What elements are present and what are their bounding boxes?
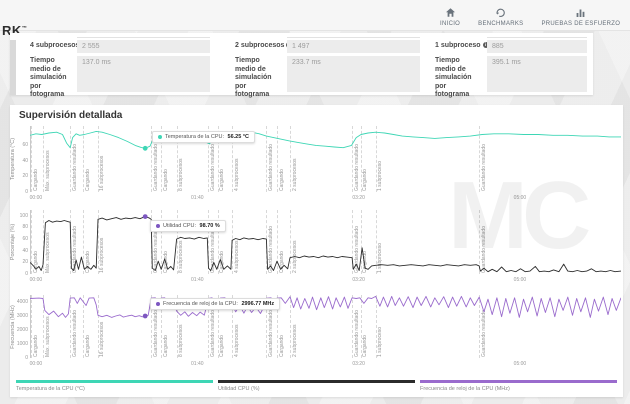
home-icon bbox=[445, 7, 456, 18]
tooltip-text: Utilidad CPU: 98.70 % bbox=[163, 223, 220, 229]
score-value: 885 bbox=[487, 40, 587, 53]
result-column-1-thread: 1 subproceso i 885 Tiempo medio de simula… bbox=[420, 33, 593, 98]
y-tick: 0 bbox=[25, 355, 28, 361]
x-tick: 01:40 bbox=[190, 277, 204, 283]
section-title: Supervisión detallada bbox=[19, 110, 123, 121]
legend-item: Utilidad CPU (%) bbox=[218, 380, 415, 394]
nav-item-inicio[interactable]: INICIO bbox=[440, 7, 460, 27]
tooltip-value: 2996.77 MHz bbox=[241, 301, 275, 307]
stress-test-icon bbox=[575, 7, 586, 18]
x-tick: 03:20 bbox=[352, 195, 365, 201]
trademark-mark: ™ bbox=[21, 25, 28, 32]
x-tick: 03:20 bbox=[352, 277, 365, 283]
nav-label: INICIO bbox=[440, 21, 461, 27]
y-tick: 40 bbox=[22, 247, 28, 254]
benchmarks-icon bbox=[495, 7, 506, 18]
x-tick: 01:40 bbox=[190, 361, 204, 367]
y-tick: 4000 bbox=[16, 299, 28, 305]
score-label: 2 subprocesosi bbox=[235, 42, 293, 51]
legend-color-bar bbox=[420, 380, 617, 383]
tooltip-value: 56.25 °C bbox=[227, 134, 249, 140]
result-column-4-threads: 4 subprocesosi 2 555 Tiempo medio de sim… bbox=[10, 33, 210, 98]
y-tick: 0 bbox=[25, 271, 28, 277]
y-tick: 40 bbox=[22, 157, 28, 164]
x-tick: 00:00 bbox=[29, 277, 43, 283]
cpu-utilization-plot-area[interactable] bbox=[30, 210, 621, 274]
app-window: RK™ INICIO BENCHMARKS PRUEBAS DE ESFUERZ… bbox=[0, 0, 630, 404]
y-tick: 80 bbox=[22, 224, 28, 231]
hover-tooltip: Frecuencia de reloj de la CPU: 2996.77 M… bbox=[150, 298, 281, 310]
result-column-2-threads: 2 subprocesosi 1 497 Tiempo medio de sim… bbox=[215, 33, 420, 98]
nav-label: PRUEBAS DE ESFUERZO bbox=[541, 21, 621, 27]
score-label: 1 subproceso i bbox=[435, 42, 489, 51]
y-tick: 20 bbox=[22, 259, 28, 266]
nav-label: BENCHMARKS bbox=[478, 21, 524, 27]
score-value: 2 555 bbox=[77, 40, 210, 53]
tooltip-series-dot bbox=[156, 302, 160, 306]
nav-item-benchmarks[interactable]: BENCHMARKS bbox=[478, 7, 523, 27]
y-tick: 3000 bbox=[16, 313, 28, 319]
x-tick: 00:00 bbox=[29, 195, 43, 201]
x-tick: 05:00 bbox=[513, 361, 527, 367]
x-tick: 03:20 bbox=[352, 361, 365, 367]
tooltip-value: 98.70 % bbox=[199, 223, 220, 229]
tooltip-series-dot bbox=[156, 224, 160, 228]
time-value: 395.1 ms bbox=[487, 56, 587, 92]
main-nav: INICIO BENCHMARKS PRUEBAS DE ESFUERZO RE… bbox=[440, 7, 630, 27]
y-tick: 60 bbox=[22, 236, 28, 243]
time-value: 137.0 ms bbox=[77, 56, 210, 92]
results-panel: 4 subprocesosi 2 555 Tiempo medio de sim… bbox=[10, 33, 593, 98]
nav-item-pruebas-de-esfuerzo[interactable]: PRUEBAS DE ESFUERZO bbox=[541, 7, 620, 27]
tooltip-text: Frecuencia de reloj de la CPU: 2996.77 M… bbox=[163, 301, 275, 307]
x-tick: 00:00 bbox=[29, 361, 43, 367]
x-tick: 01:40 bbox=[190, 195, 204, 201]
y-tick: 1000 bbox=[16, 341, 28, 347]
legend-item: Temperatura de la CPU (°C) bbox=[16, 380, 213, 394]
legend-color-bar bbox=[16, 380, 213, 383]
cpu-temperature-plot-area[interactable] bbox=[30, 126, 621, 192]
time-label: Tiempo medio de simulación por fotograma bbox=[235, 57, 272, 98]
y-tick: 20 bbox=[22, 173, 28, 180]
y-tick: 100 bbox=[19, 212, 28, 219]
y-tick: 2000 bbox=[16, 327, 28, 333]
time-label: Tiempo medio de simulación por fotograma bbox=[435, 57, 472, 98]
time-value: 233.7 ms bbox=[287, 56, 420, 92]
x-tick: 05:00 bbox=[513, 277, 527, 283]
tooltip-text: Temperatura de la CPU: 56.25 °C bbox=[165, 134, 249, 140]
time-label: Tiempo medio de simulación por fotograma bbox=[30, 57, 67, 98]
cpu-clock-plot-area[interactable] bbox=[30, 295, 621, 358]
y-tick: 60 bbox=[22, 142, 28, 149]
y-tick: 0 bbox=[25, 189, 28, 195]
hover-tooltip: Utilidad CPU: 98.70 % bbox=[150, 220, 226, 232]
legend-color-bar bbox=[218, 380, 415, 383]
score-value: 1 497 bbox=[287, 40, 420, 53]
hover-tooltip: Temperatura de la CPU: 56.25 °C bbox=[152, 131, 255, 143]
legend-label: Frecuencia de reloj de la CPU (MHz) bbox=[420, 386, 510, 392]
legend-label: Temperatura de la CPU (°C) bbox=[16, 386, 85, 392]
legend-label: Utilidad CPU (%) bbox=[218, 386, 260, 392]
tooltip-series-dot bbox=[158, 135, 162, 139]
legend-item: Frecuencia de reloj de la CPU (MHz) bbox=[420, 380, 617, 394]
x-tick: 05:00 bbox=[513, 195, 527, 201]
